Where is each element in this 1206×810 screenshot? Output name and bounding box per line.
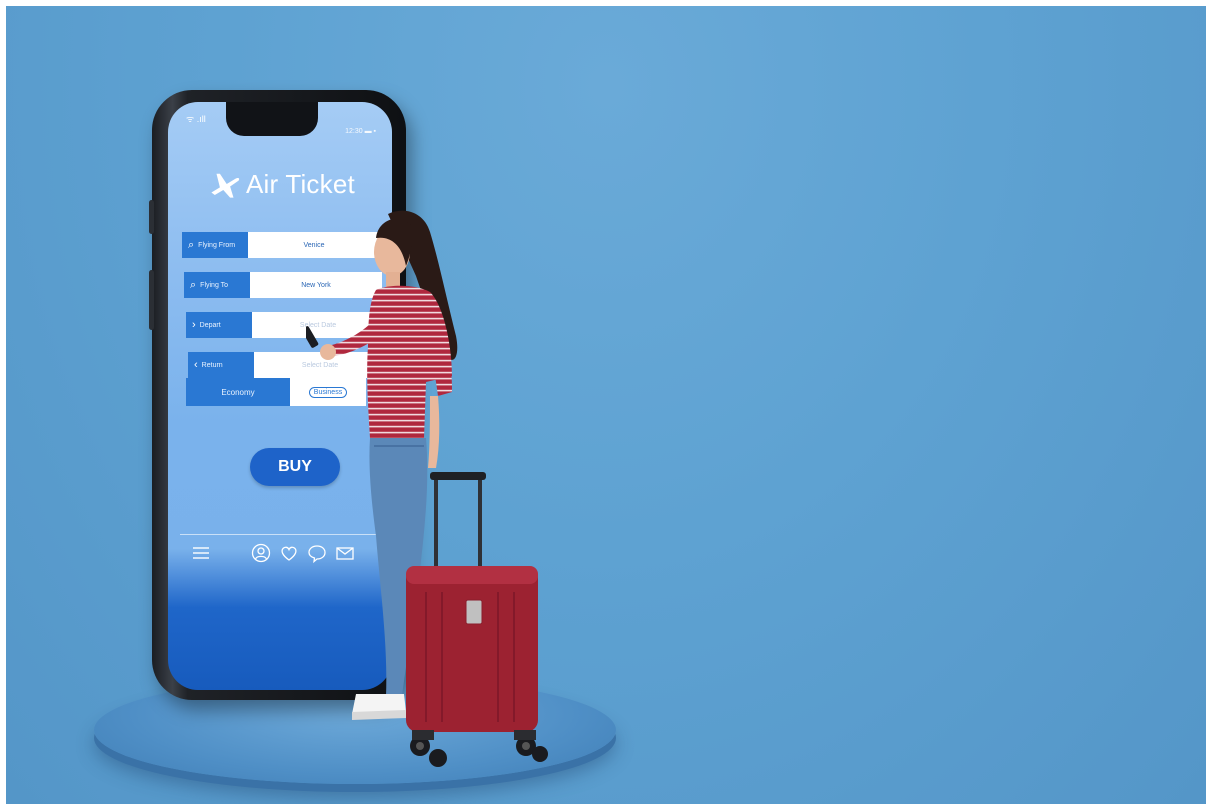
app-title-text: Air Ticket [246,168,355,199]
phone-side-button [149,200,154,234]
form-row-label-text: Return [201,361,223,369]
form-row-label: › Depart [186,312,252,338]
form-row-label-text: Flying From [198,241,236,249]
airplane-icon [211,173,240,198]
form-row-label: ⌕ Flying From [182,232,248,258]
search-icon: ⌕ [188,238,195,251]
phone-side-button [149,270,154,330]
economy-option[interactable]: Economy [186,378,290,406]
chevron-right-icon: › [192,319,196,331]
form-row-label-text: Depart [199,321,221,329]
status-time: 12:30 ▬ ▪ [345,128,376,135]
scene-background: ᯤ .ıll 12:30 ▬ ▪ Air Ticket ⌕ Flying From… [6,6,1206,804]
red-suitcase [406,472,548,767]
phone-notch [226,102,318,136]
form-row-label: ‹ Return [188,352,254,378]
heart-icon[interactable] [278,542,300,564]
form-row-label-text: Flying To [200,281,229,289]
search-icon: ⌕ [190,278,197,291]
status-signal: ᯤ .ıll [186,114,206,124]
form-row-label: ⌕ Flying To [184,272,250,298]
menu-icon[interactable] [190,542,212,564]
app-title: Air Ticket [208,164,392,204]
profile-icon[interactable] [250,542,272,564]
chevron-left-icon: ‹ [194,359,198,371]
